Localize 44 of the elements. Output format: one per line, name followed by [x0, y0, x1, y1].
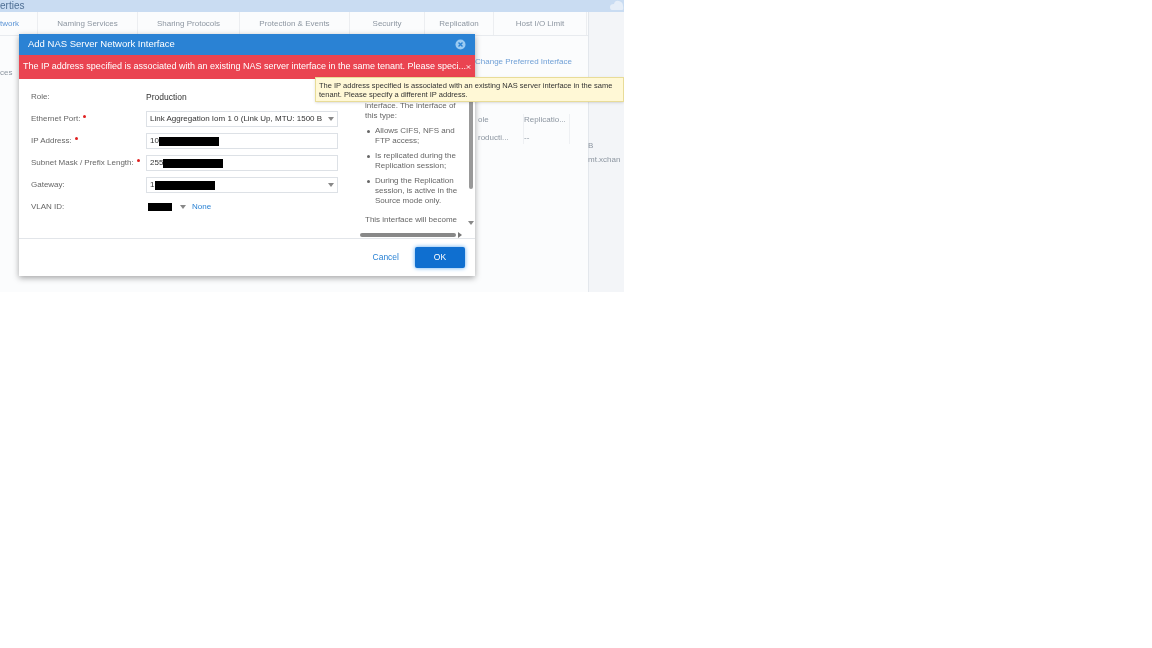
- help-text: This interface will become: [365, 215, 459, 225]
- scroll-right-icon[interactable]: [458, 232, 462, 238]
- cloud-icon: [610, 0, 624, 10]
- bullet-icon: [367, 180, 370, 183]
- background-text: mt.xchan: [588, 156, 621, 164]
- field-label: Subnet Mask / Prefix Length:: [31, 157, 134, 169]
- close-icon[interactable]: [455, 39, 466, 50]
- field-label: Gateway:: [31, 179, 65, 191]
- window-title: erties: [0, 1, 25, 11]
- change-interface-link[interactable]: Change Preferred Interface: [475, 56, 572, 68]
- column-header: ole: [478, 114, 490, 126]
- caret-icon: [328, 117, 334, 121]
- field-label: IP Address:: [31, 135, 72, 147]
- scroll-down-icon[interactable]: [468, 221, 474, 226]
- table-cell-text: --: [524, 132, 531, 144]
- column-header: Replicatio...: [524, 114, 567, 126]
- error-message: The IP address specified is associated with an existing NAS server interface in the same tenant. Please speci...: [23, 60, 467, 74]
- cancel-button[interactable]: Cancel: [370, 251, 401, 264]
- caret-icon: [328, 183, 334, 187]
- input-field[interactable]: 10: [146, 133, 338, 149]
- input-field[interactable]: 255: [146, 155, 338, 171]
- scrollbar[interactable]: [360, 233, 456, 237]
- caret-icon: [180, 205, 186, 209]
- tab[interactable]: Host I/O Limit: [494, 12, 587, 35]
- dropdown[interactable]: [146, 200, 188, 214]
- field-label: Role:: [31, 91, 50, 103]
- ok-button[interactable]: OK: [415, 247, 465, 268]
- table-cell-text: roducti...: [478, 132, 510, 144]
- help-text: interface. The interface of this type:: [365, 101, 457, 121]
- field-label: VLAN ID:: [31, 201, 65, 213]
- sidebar-item[interactable]: ces: [0, 67, 13, 79]
- close-icon[interactable]: [466, 62, 471, 72]
- none-link[interactable]: None: [192, 201, 212, 213]
- help-text: Allows CIFS, NFS and FTP access;: [375, 126, 456, 146]
- dialog-title: Add NAS Server Network Interface: [28, 37, 175, 52]
- help-text: During the Replication session, is active in the Source mode only.: [375, 176, 459, 206]
- field-label: Ethernet Port:: [31, 113, 81, 125]
- field-value: Production: [146, 90, 187, 104]
- background-text: B: [588, 142, 595, 150]
- dropdown[interactable]: 1: [146, 177, 338, 193]
- bullet-icon: [367, 130, 370, 133]
- bullet-icon: [367, 155, 370, 158]
- help-text: Is replicated during the Replication session;: [375, 151, 457, 171]
- dropdown[interactable]: Link Aggregation Iom 1 0 (Link Up, MTU: 1500 B: [146, 111, 338, 127]
